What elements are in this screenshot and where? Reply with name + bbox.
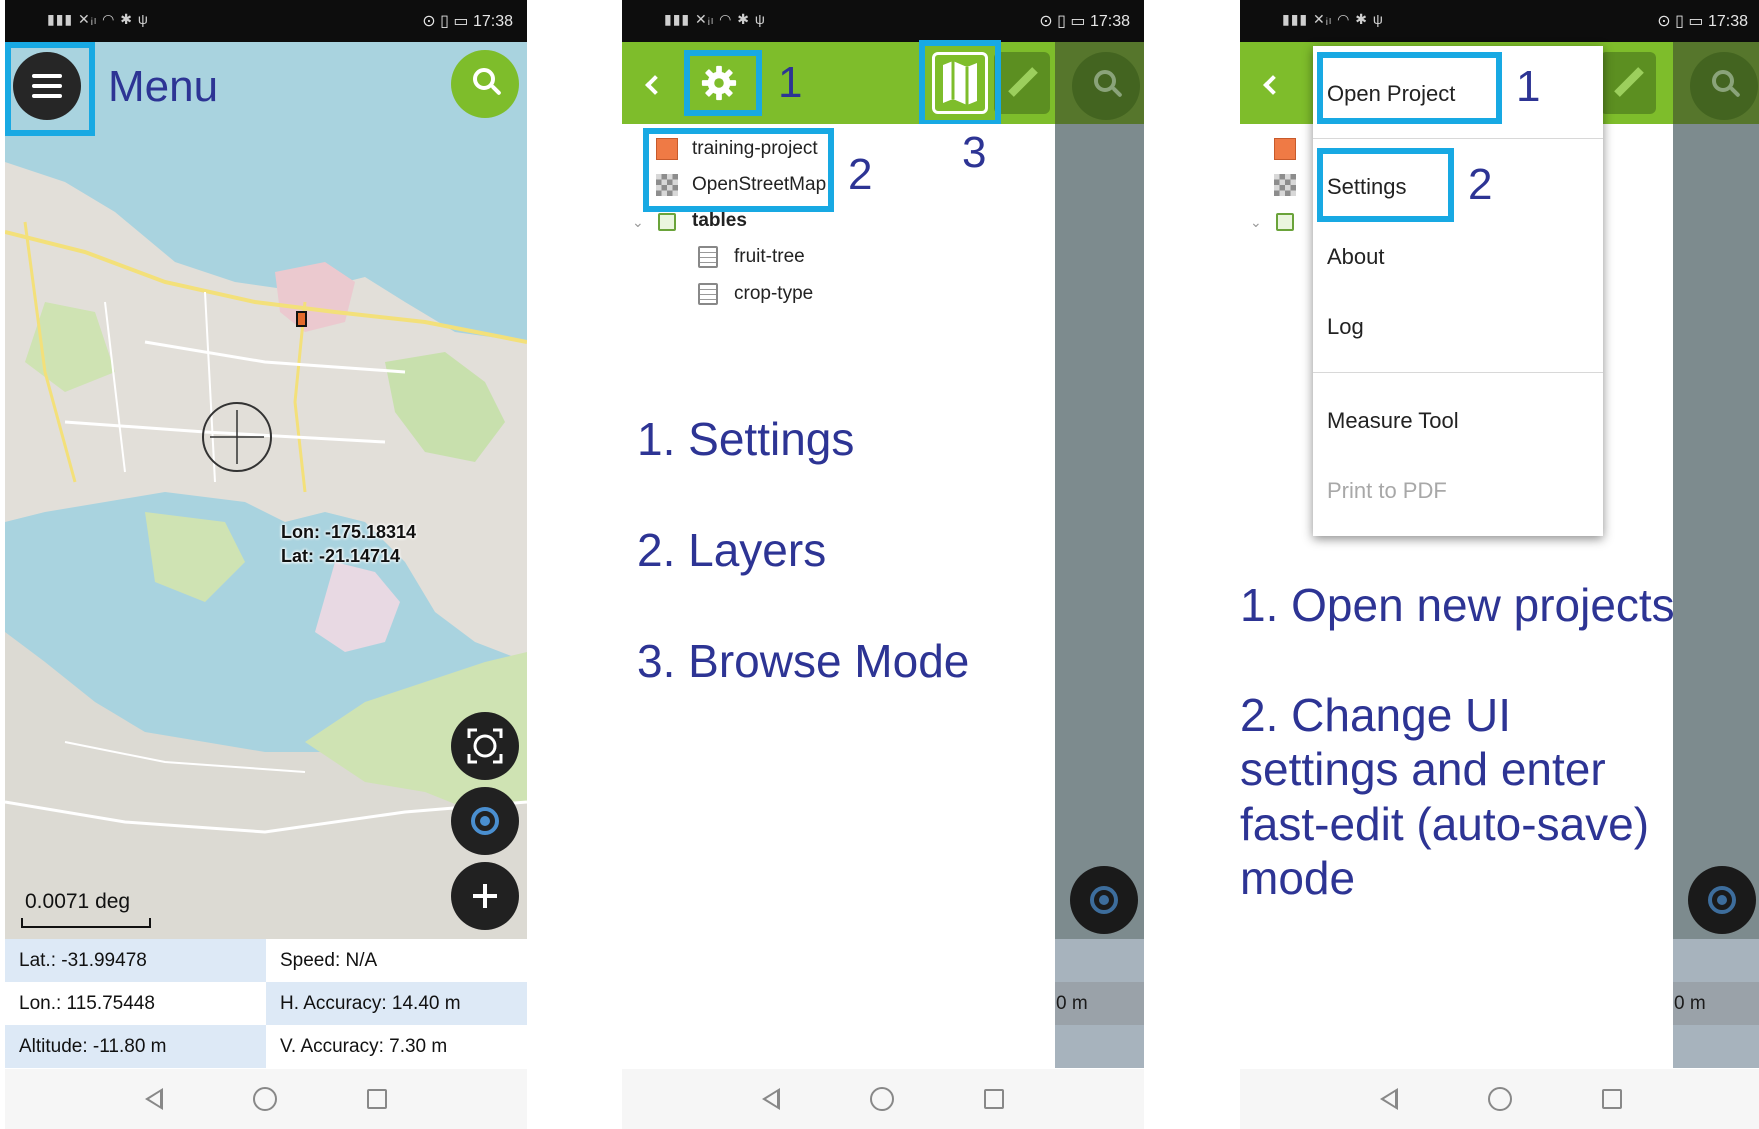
android-nav-bar [622, 1069, 1144, 1129]
menu-item-log[interactable]: Log [1327, 314, 1364, 340]
highlight-open-project [1317, 52, 1502, 124]
add-feature-button[interactable] [451, 862, 519, 930]
layer-group-icon [658, 213, 676, 231]
android-nav-bar [1240, 1069, 1759, 1129]
my-location-button-dimmed [1070, 866, 1138, 934]
caption-change-ui-settings: 2. Change UI settings and enter fast-edi… [1240, 689, 1650, 904]
status-right: ⊙ ▯ ▭ 17:38 [1657, 11, 1748, 31]
status-icons: ⊙ ▯ ▭ [422, 13, 469, 30]
signal-icons: ▮▮▮ ✕ᵢₗ ◠ ✱ ψ [1282, 11, 1384, 27]
nav-back-icon[interactable] [762, 1088, 780, 1110]
search-button-dimmed [1072, 52, 1140, 120]
marker-2: 2 [1468, 160, 1493, 209]
vector-layer-swatch [656, 138, 678, 160]
pencil-icon [1614, 67, 1644, 97]
nav-back-icon[interactable] [145, 1088, 163, 1110]
info-speed: Speed: N/A [266, 939, 527, 982]
phone-layer-drawer: ▮▮▮ ✕ᵢₗ ◠ ✱ ψ ⊙ ▯ ▭ 17:38 0 m 1 2 3 trai… [622, 0, 1144, 1129]
info-latitude: Lat.: -31.99478 [5, 939, 266, 982]
marker-1: 1 [778, 58, 803, 107]
map-canvas[interactable] [5, 42, 527, 939]
android-nav-bar [5, 1069, 527, 1129]
tile-layer-swatch [1274, 174, 1296, 196]
caption-layers: 2. Layers [637, 524, 827, 576]
nav-home-icon[interactable] [870, 1087, 894, 1111]
dimmed-map[interactable] [1673, 42, 1759, 939]
layer-training-project[interactable]: training-project [692, 138, 818, 160]
nav-home-icon[interactable] [253, 1087, 277, 1111]
menu-item-about[interactable]: About [1327, 244, 1385, 270]
highlight-menu-button [5, 42, 95, 136]
marker-2: 2 [848, 150, 873, 199]
vector-layer-swatch [1274, 138, 1296, 160]
nav-recents-icon[interactable] [984, 1089, 1004, 1109]
edit-mode-button[interactable] [1600, 52, 1656, 114]
menu-divider [1313, 138, 1603, 139]
map-tiles [5, 162, 527, 939]
clock: 17:38 [472, 13, 513, 30]
caption-browse-mode: 3. Browse Mode [637, 635, 970, 687]
nav-home-icon[interactable] [1488, 1087, 1512, 1111]
table-icon [698, 246, 718, 268]
signal-icons: ▮▮▮ ✕ᵢₗ ◠ ✱ ψ [664, 11, 766, 27]
gps-info-panel: Lat.: -31.99478 Speed: N/A Lon.: 115.754… [5, 939, 527, 1069]
dimmed-accuracy-fragment: 0 m [1674, 993, 1706, 1014]
highlight-browse-mode [919, 40, 1001, 126]
status-bar: ▮▮▮ ✕ᵢₗ ◠ ✱ ψ ⊙ ▯ ▭ 17:38 [622, 0, 1144, 42]
signal-icons: ▮▮▮ ✕ᵢₗ ◠ ✱ ψ [47, 11, 149, 27]
marker-3: 3 [962, 128, 987, 177]
info-altitude: Altitude: -11.80 m [5, 1025, 266, 1068]
layer-group-icon [1276, 213, 1294, 231]
scale-label: 0.0071 deg [25, 890, 131, 913]
status-bar: ▮▮▮ ✕ᵢₗ ◠ ✱ ψ ⊙ ▯ ▭ 17:38 [5, 0, 527, 42]
scale-bar [21, 918, 151, 928]
info-v-accuracy: V. Accuracy: 7.30 m [266, 1025, 527, 1068]
status-bar: ▮▮▮ ✕ᵢₗ ◠ ✱ ψ ⊙ ▯ ▭ 17:38 [1240, 0, 1759, 42]
fullscreen-icon [467, 728, 503, 764]
nav-recents-icon[interactable] [367, 1089, 387, 1109]
dimmed-accuracy-fragment: 0 m [1056, 993, 1088, 1014]
menu-annotation: Menu [108, 62, 219, 111]
layer-openstreetmap[interactable]: OpenStreetMap [692, 174, 826, 196]
chevron-down-icon[interactable]: ⌄ [632, 214, 644, 231]
table-crop-type[interactable]: crop-type [734, 283, 813, 305]
status-icons: ⊙ ▯ ▭ [1039, 13, 1086, 30]
info-longitude: Lon.: 115.75448 [5, 982, 266, 1025]
info-h-accuracy: H. Accuracy: 14.40 m [266, 982, 527, 1025]
table-fruit-tree[interactable]: fruit-tree [734, 246, 805, 268]
caption-open-projects: 1. Open new projects [1240, 579, 1675, 631]
zoom-to-extent-button[interactable] [451, 712, 519, 780]
tutorial-composite: ▮▮▮ ✕ᵢₗ ◠ ✱ ψ ⊙ ▯ ▭ 17:38 Menu Lon: -175… [0, 0, 1759, 1129]
nav-back-icon[interactable] [1380, 1088, 1398, 1110]
clock: 17:38 [1707, 13, 1748, 30]
edit-mode-button[interactable] [994, 52, 1050, 114]
status-right: ⊙ ▯ ▭ 17:38 [1039, 11, 1130, 31]
pencil-icon [1008, 67, 1038, 97]
highlight-settings [1317, 148, 1454, 222]
menu-divider [1313, 372, 1603, 373]
status-icons: ⊙ ▯ ▭ [1657, 13, 1704, 30]
phone-map-view: ▮▮▮ ✕ᵢₗ ◠ ✱ ψ ⊙ ▯ ▭ 17:38 Menu Lon: -175… [5, 0, 527, 1129]
chevron-down-icon[interactable]: ⌄ [1250, 214, 1262, 231]
caption-settings: 1. Settings [637, 413, 855, 465]
status-right: ⊙ ▯ ▭ 17:38 [422, 11, 513, 31]
my-location-button[interactable] [451, 787, 519, 855]
clock: 17:38 [1089, 13, 1130, 30]
search-button-dimmed [1690, 52, 1758, 120]
crosshair-lat: Lat: -21.14714 [281, 546, 401, 566]
group-tables[interactable]: tables [692, 210, 747, 232]
menu-item-print-pdf[interactable]: Print to PDF [1327, 478, 1447, 504]
crosshair-lon: Lon: -175.18314 [281, 522, 417, 542]
search-button[interactable] [451, 50, 519, 118]
my-location-button-dimmed [1688, 866, 1756, 934]
menu-item-measure-tool[interactable]: Measure Tool [1327, 408, 1459, 434]
nav-recents-icon[interactable] [1602, 1089, 1622, 1109]
highlight-settings [684, 50, 762, 116]
marker-1: 1 [1516, 62, 1541, 111]
tile-layer-swatch [656, 174, 678, 196]
dimmed-map[interactable] [1055, 42, 1144, 939]
layer-tree-drawer [622, 124, 1055, 1069]
table-icon [698, 283, 718, 305]
phone-options-menu: ▮▮▮ ✕ᵢₗ ◠ ✱ ψ ⊙ ▯ ▭ 17:38 0 m ⌄ Open Pro… [1240, 0, 1759, 1129]
